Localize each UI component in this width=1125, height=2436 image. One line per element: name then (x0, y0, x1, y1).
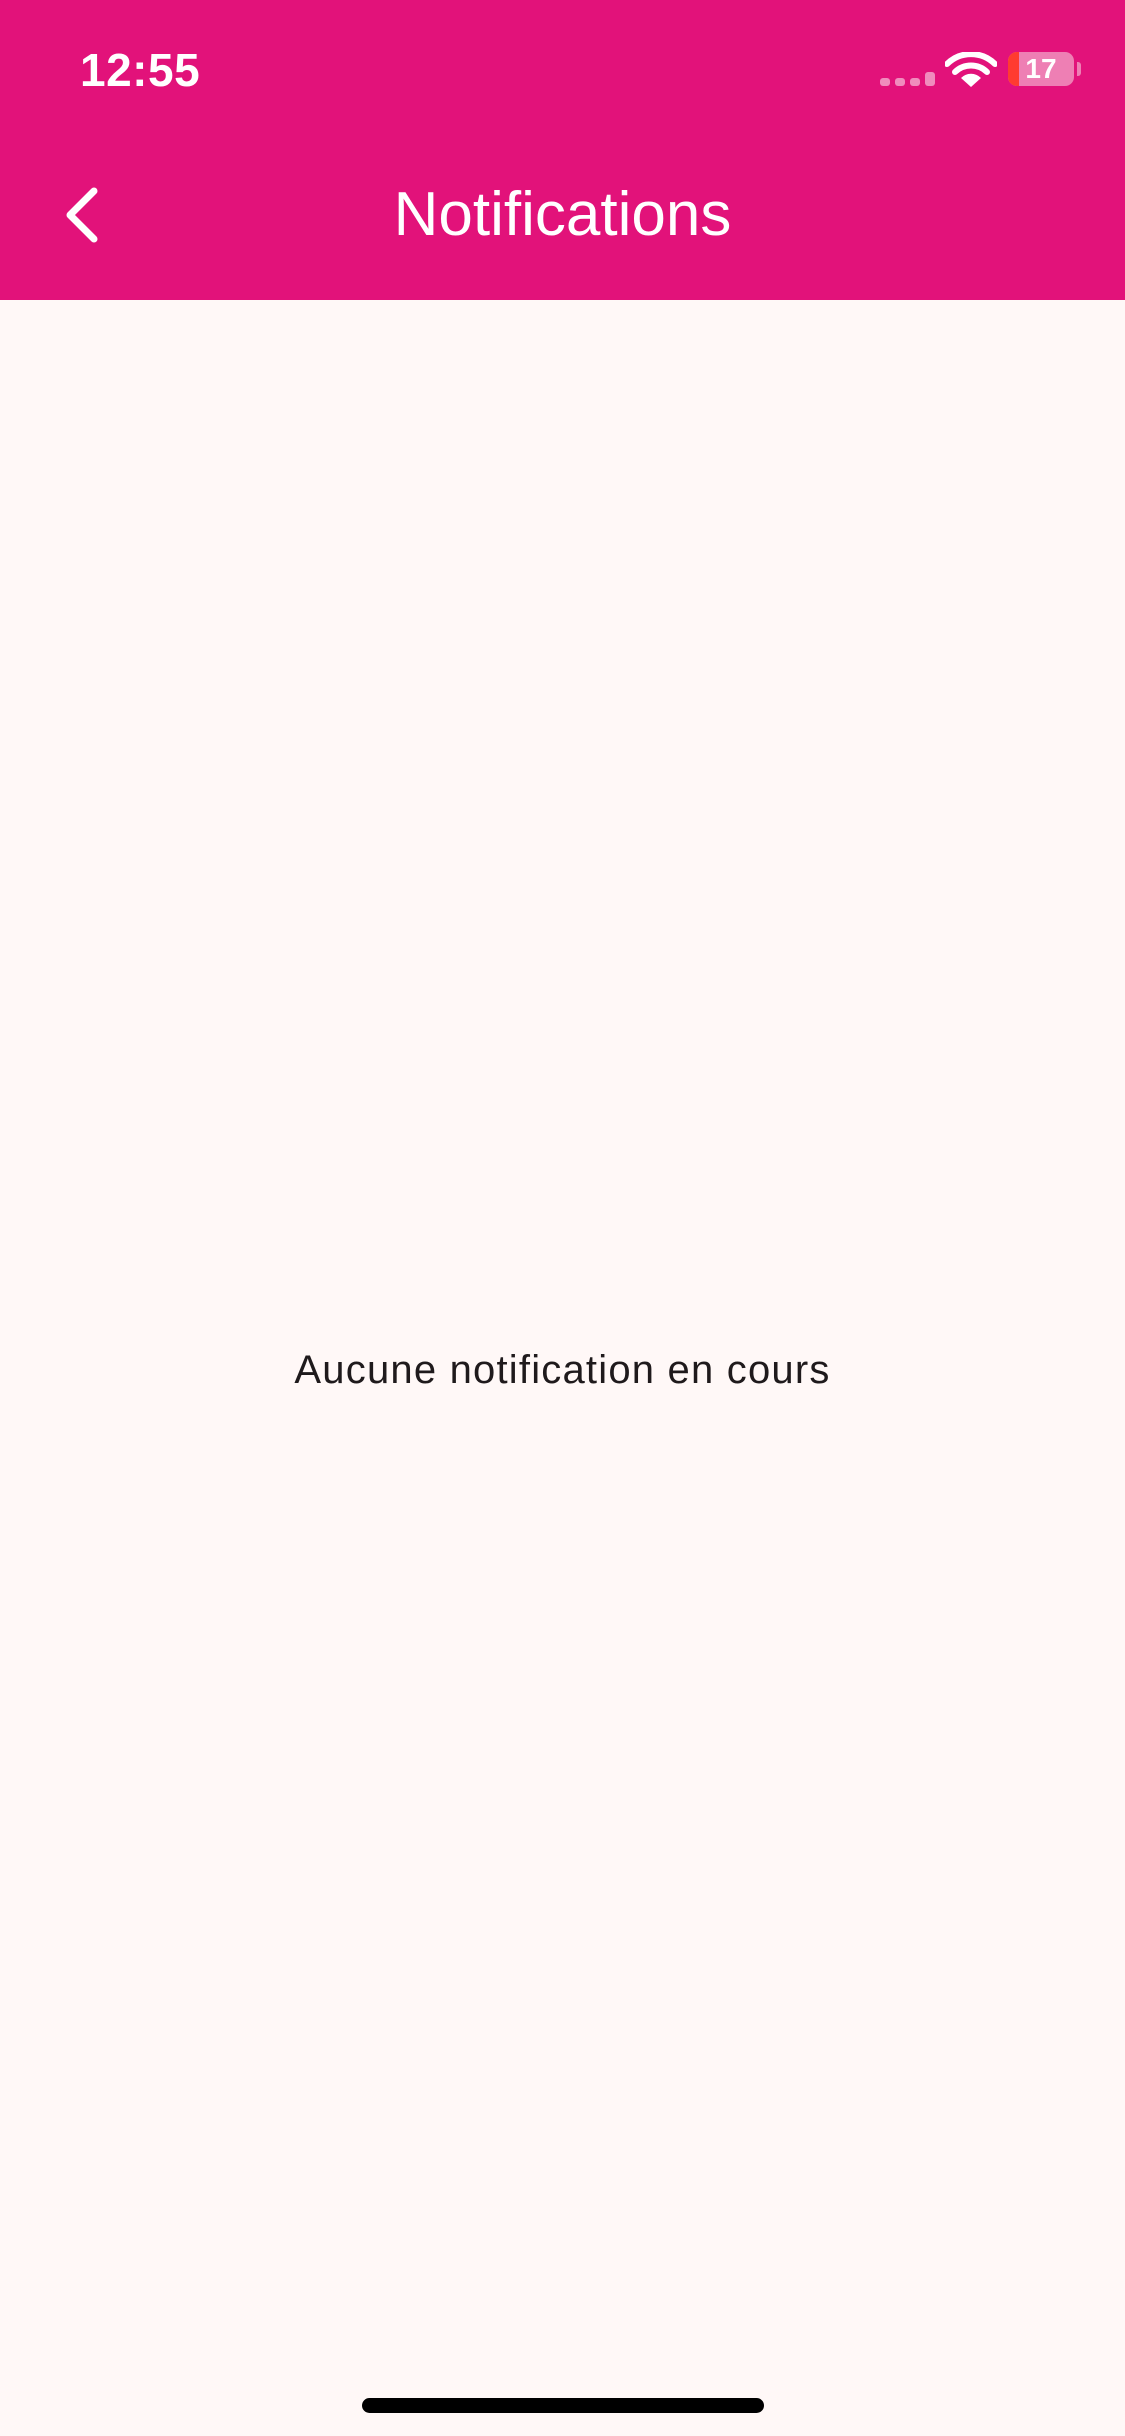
page-title: Notifications (393, 180, 732, 249)
cellular-signal-icon (880, 72, 935, 86)
wifi-icon (945, 52, 997, 87)
chevron-left-icon (66, 187, 98, 243)
battery-icon: 17 (1008, 52, 1074, 86)
home-indicator[interactable] (362, 2398, 764, 2413)
battery-level-text: 17 (1025, 53, 1057, 84)
battery-terminal (1077, 62, 1081, 76)
back-button[interactable] (50, 175, 120, 255)
empty-state-message: Aucune notification en cours (294, 1348, 831, 1392)
app-header: 12:55 17 Notifications (0, 0, 1125, 300)
status-time: 12:55 (80, 44, 201, 96)
